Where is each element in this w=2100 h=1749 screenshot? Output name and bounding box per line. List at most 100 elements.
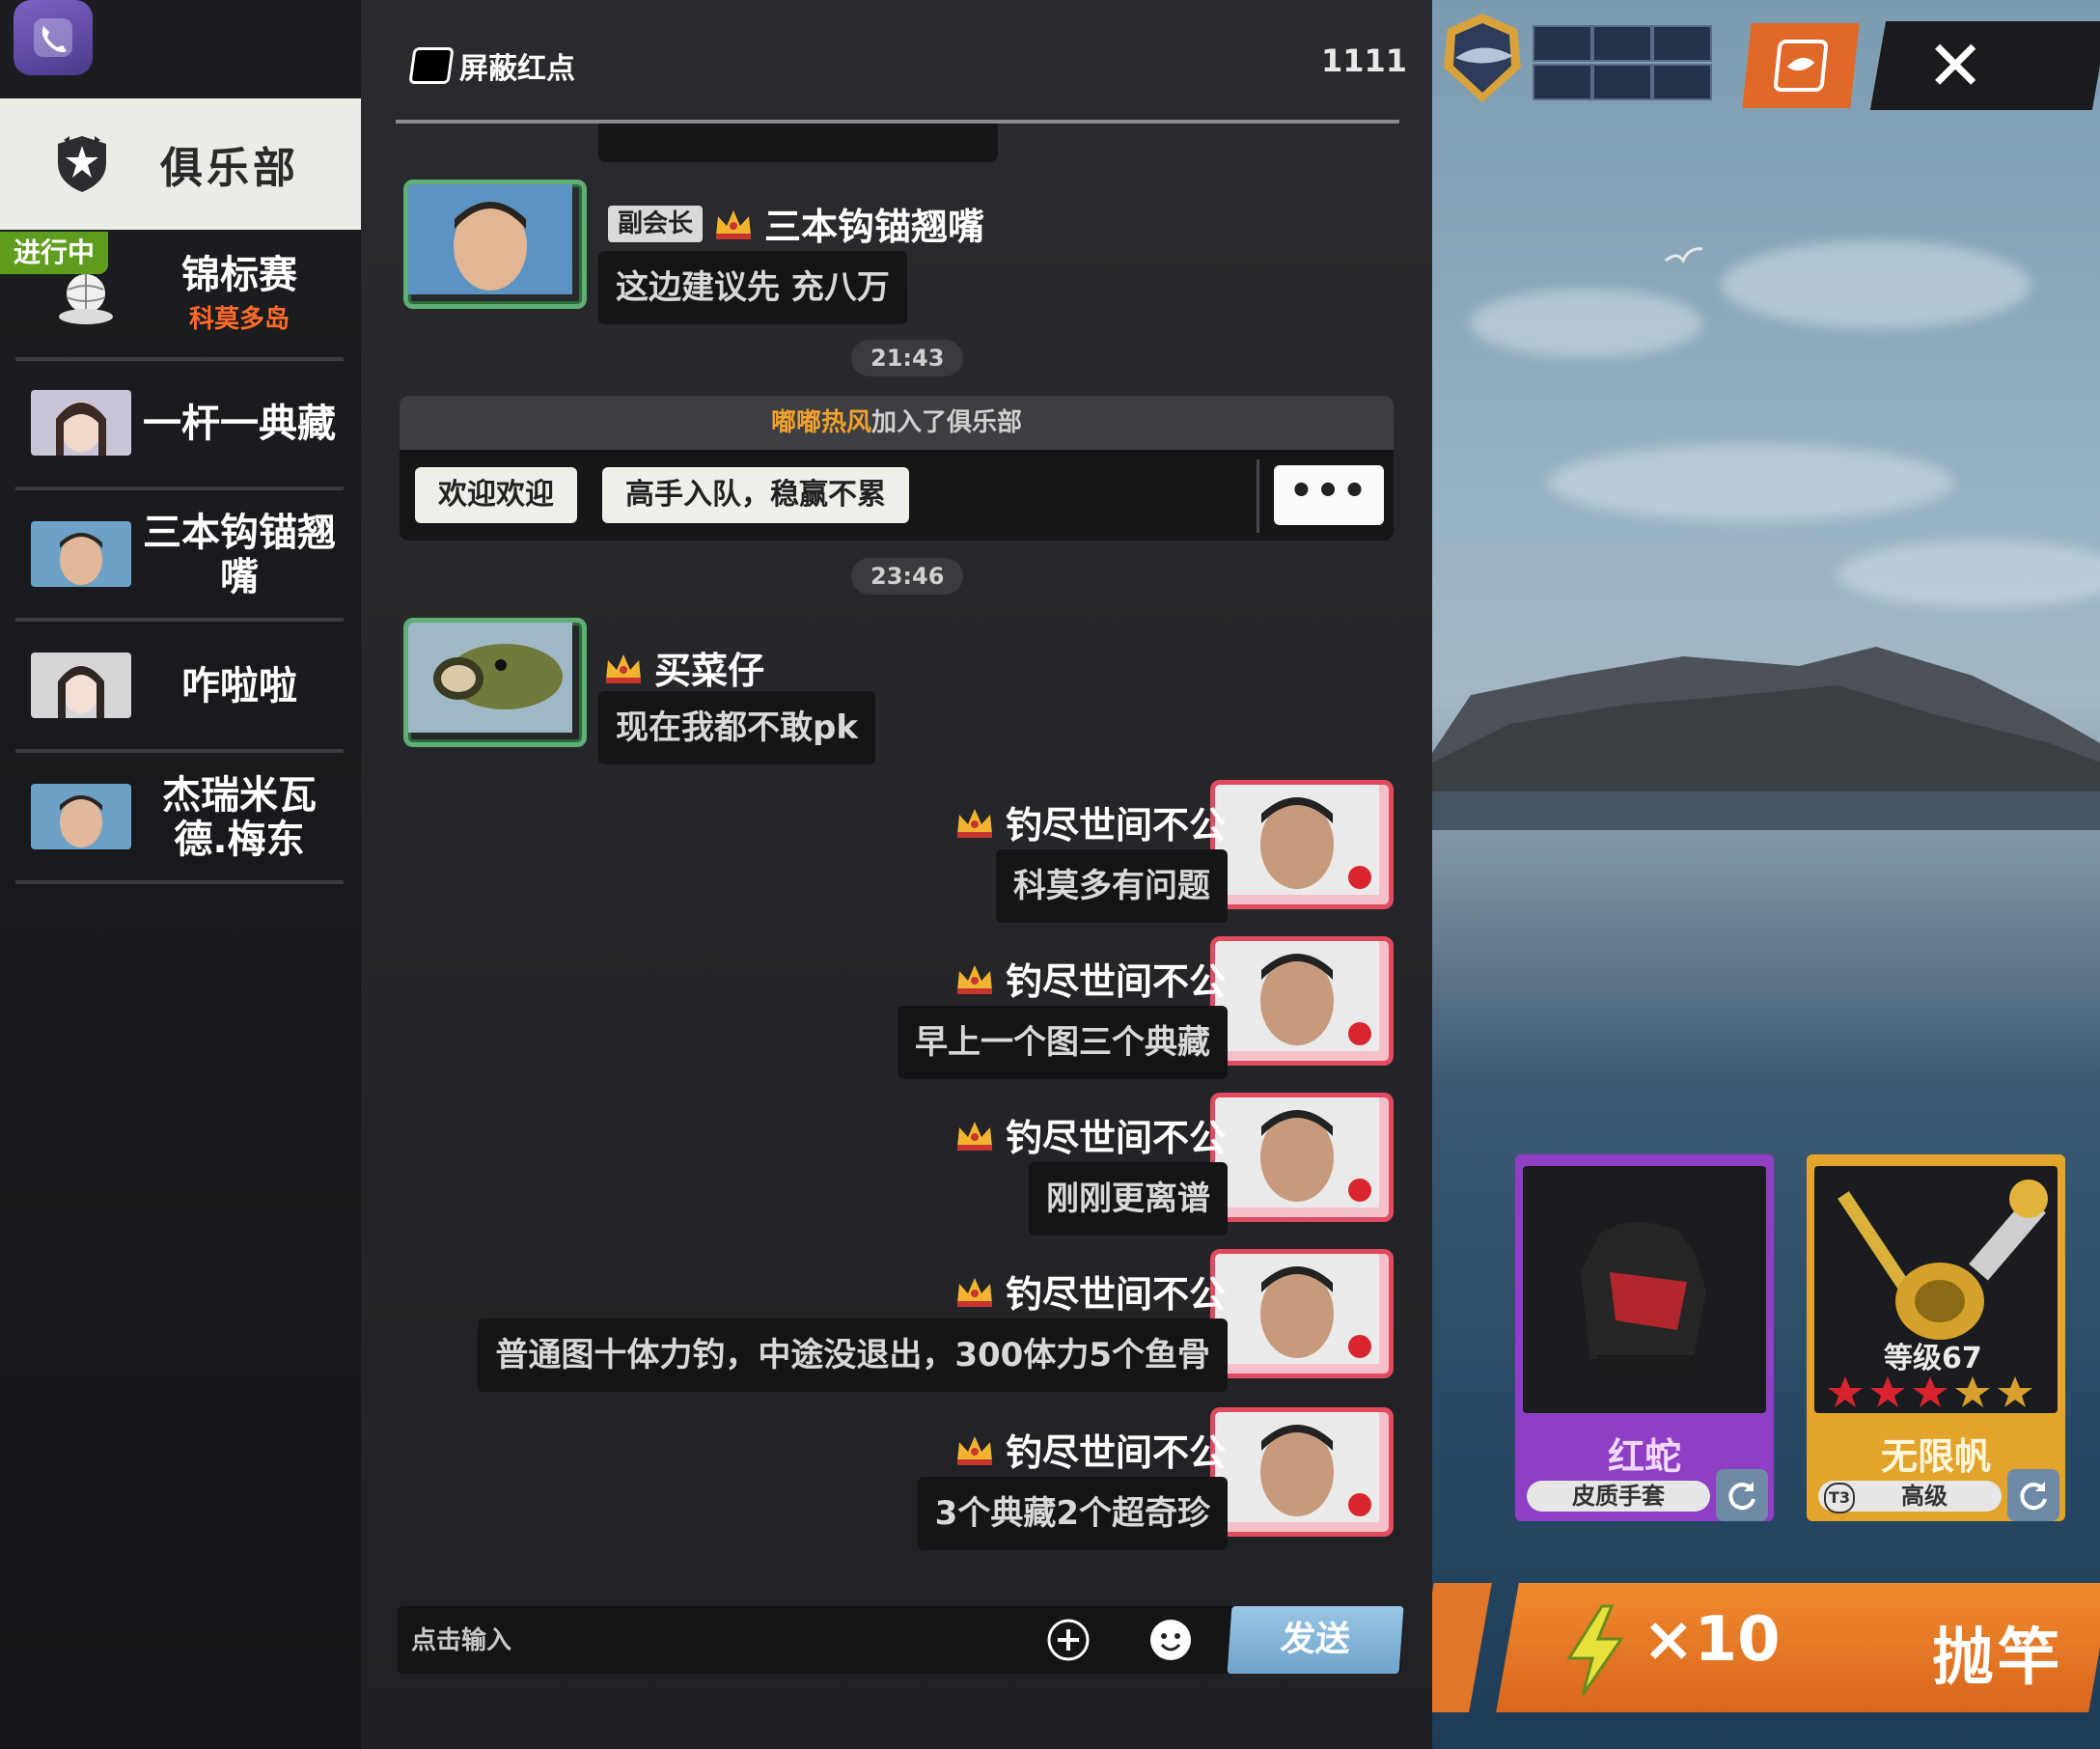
message-sender: 钓尽世间不公: [953, 795, 1226, 848]
chat-input-bar: 发送: [398, 1606, 1404, 1676]
sidebar-item-member[interactable]: 一杆一典藏: [15, 361, 344, 490]
crown-icon: [956, 1121, 992, 1151]
sender-name: 钓尽世间不公: [1005, 804, 1226, 847]
online-count: 1111: [1320, 42, 1407, 79]
message-sender: 钓尽世间不公: [953, 1264, 1226, 1318]
avatar[interactable]: [1210, 936, 1394, 1066]
avatar[interactable]: [403, 180, 587, 309]
chat-header: 屏蔽红点 1111: [361, 0, 1432, 125]
refresh-icon: [1728, 1482, 1755, 1511]
quick-reply-button[interactable]: 欢迎欢迎: [415, 467, 577, 523]
joined-user-name: 嘟嘟热风: [770, 408, 871, 437]
chat-panel: 屏蔽红点 1111 副会长 三本钩锚翘嘴 这边建议先 充八万 21:43 嘟嘟热…: [361, 0, 1432, 1749]
avatar[interactable]: [1210, 1093, 1394, 1222]
cast-button[interactable]: ×10 抛竿: [1507, 1583, 2100, 1712]
chat-input[interactable]: [398, 1606, 992, 1676]
avatar[interactable]: [403, 618, 587, 747]
sidebar-item-member[interactable]: 咋啦啦: [15, 624, 344, 753]
app-icon[interactable]: [14, 0, 93, 75]
fish-slot: [1652, 64, 1712, 100]
avatar: [31, 521, 131, 587]
caught-fish-grid[interactable]: [1533, 25, 1718, 102]
sender-name: 三本钩锚翘嘴: [764, 206, 985, 248]
join-text: 加入了俱乐部: [871, 408, 1023, 437]
seagull-icon: [1665, 247, 1703, 264]
plus-icon[interactable]: [1046, 1618, 1091, 1662]
sender-name: 钓尽世间不公: [1005, 1273, 1226, 1316]
message-bubble-clipped: [598, 124, 998, 162]
sidebar-item-member[interactable]: 三本钩锚翘嘴: [15, 492, 344, 622]
message-bubble: 科莫多有问题: [996, 849, 1228, 923]
fish-book-button[interactable]: [1742, 23, 1860, 108]
cloud: [1471, 290, 1702, 357]
swap-gear-button[interactable]: [2007, 1469, 2059, 1521]
checkbox-icon: [408, 47, 455, 84]
gear-card-reel[interactable]: 等级67 无限帆 高级 T3: [1807, 1154, 2065, 1521]
cloud: [1722, 241, 2031, 328]
tournament-location: 科莫多岛: [188, 305, 290, 334]
cloud: [1838, 541, 2100, 608]
quick-reply-button[interactable]: 高手入队，稳赢不累: [602, 467, 909, 523]
gear-level: 等级67: [1884, 1342, 1982, 1375]
star-rating-icon: [1828, 1376, 2032, 1407]
more-options-button[interactable]: •••: [1274, 465, 1384, 525]
fish-slot: [1533, 64, 1592, 100]
emoji-icon[interactable]: [1148, 1618, 1193, 1662]
message-sender: 钓尽世间不公: [953, 952, 1226, 1005]
island: [1432, 647, 2100, 830]
role-tag: 副会长: [608, 205, 704, 242]
tab-club[interactable]: 俱乐部: [0, 98, 361, 230]
sidebar: 俱乐部 进行中 锦标赛 科莫多岛 一杆一典藏 三本钩锚翘嘴 咋啦啦 杰瑞米瓦德.…: [0, 0, 361, 1749]
crown-icon: [716, 209, 752, 239]
avatar[interactable]: [1210, 780, 1394, 909]
shield-icon: [58, 136, 106, 192]
gear-type: 皮质手套: [1527, 1481, 1710, 1512]
gear-card-gloves[interactable]: 红蛇 皮质手套: [1515, 1154, 1774, 1521]
sender-name: 钓尽世间不公: [1005, 1431, 1226, 1474]
cast-label: 抛竿: [1932, 1623, 2063, 1694]
message-sender: 钓尽世间不公: [953, 1108, 1226, 1161]
crown-icon: [956, 808, 992, 838]
timestamp: 23:46: [851, 558, 964, 595]
message-bubble: 这边建议先 充八万: [598, 251, 907, 324]
sidebar-item-member[interactable]: 杰瑞米瓦德.梅东: [15, 755, 344, 884]
game-scene: ✕ 红蛇 皮质手套 等级67 无限帆 高级 T3 ×10 抛竿: [1432, 0, 2100, 1749]
fish-slot: [1592, 64, 1652, 100]
sidebar-item-tournament[interactable]: 锦标赛 科莫多岛: [15, 232, 344, 361]
message-sender: 副会长 三本钩锚翘嘴: [608, 197, 984, 250]
fish-slot: [1592, 25, 1652, 62]
energy-cost: ×10: [1643, 1604, 1781, 1676]
message-bubble: 刚刚更离谱: [1029, 1162, 1228, 1235]
avatar: [31, 390, 131, 456]
refresh-icon: [2020, 1482, 2047, 1511]
cloud: [1548, 444, 1953, 521]
send-button[interactable]: 发送: [1227, 1606, 1404, 1674]
fish-slot: [1652, 25, 1712, 62]
avatar: [31, 652, 131, 718]
tournament-name-block: 锦标赛 科莫多岛: [143, 232, 336, 357]
avatar: [31, 784, 131, 849]
divider: [1257, 459, 1259, 533]
sender-name: 钓尽世间不公: [1005, 960, 1226, 1003]
close-icon: ✕: [1926, 25, 1985, 106]
fish-slot: [1533, 25, 1592, 62]
swap-gear-button[interactable]: [1716, 1469, 1768, 1521]
glove-icon: [1581, 1222, 1706, 1378]
tournament-name: 锦标赛: [181, 253, 297, 297]
message-bubble: 3个典藏2个超奇珍: [917, 1477, 1228, 1550]
message-sender: 买菜仔: [602, 641, 764, 694]
fish-book-icon: [1773, 40, 1829, 92]
phone-icon: [34, 18, 72, 57]
avatar[interactable]: [1210, 1407, 1394, 1537]
close-button[interactable]: ✕: [1869, 21, 2100, 110]
sender-name: 买菜仔: [654, 650, 765, 692]
timestamp: 21:43: [851, 340, 964, 376]
cast-bar-left-segment: [1432, 1583, 1492, 1712]
message-bubble: 现在我都不敢pk: [598, 691, 875, 764]
system-join-card: 嘟嘟热风加入了俱乐部 欢迎欢迎 高手入队，稳赢不累 •••: [400, 396, 1394, 541]
rank-emblem-icon[interactable]: [1436, 10, 1529, 106]
club-tab-label: 俱乐部: [160, 144, 299, 193]
mute-red-dot-toggle[interactable]: 屏蔽红点: [408, 44, 575, 87]
avatar[interactable]: [1210, 1249, 1394, 1378]
mute-label: 屏蔽红点: [459, 52, 575, 86]
